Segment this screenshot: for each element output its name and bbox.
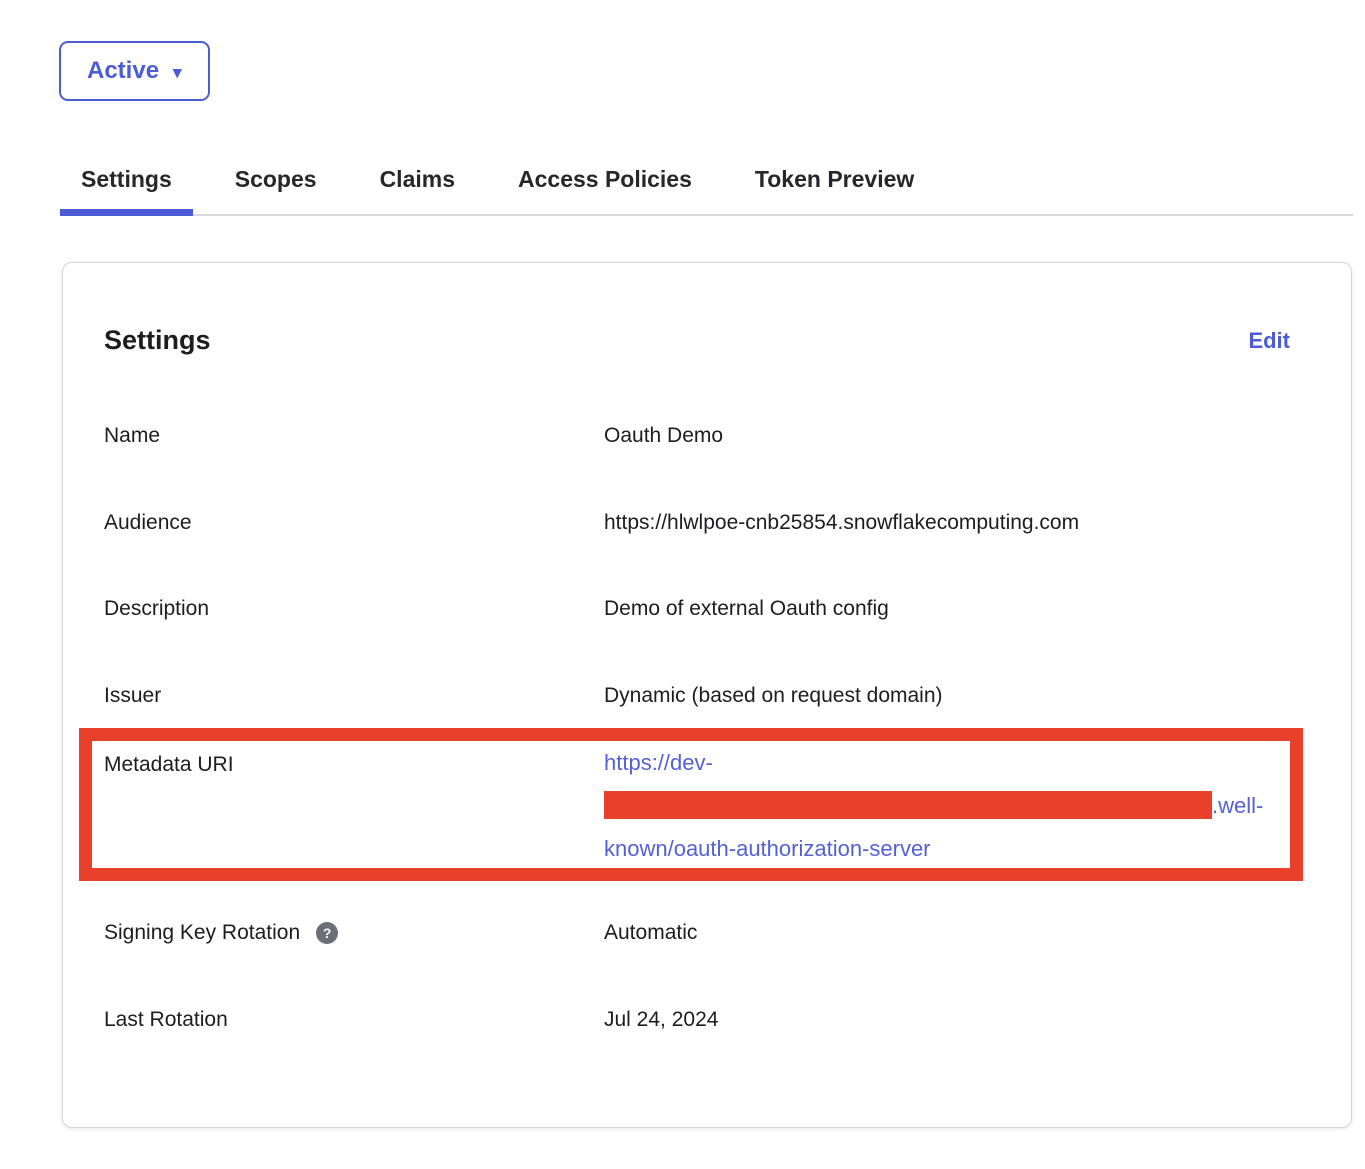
field-label-metadata-uri: Metadata URI [104,752,234,778]
field-value-last-rotation: Jul 24, 2024 [604,1007,718,1033]
tab-scopes-label: Scopes [235,166,317,192]
field-label-name: Name [104,423,160,449]
signing-key-rotation-label-text: Signing Key Rotation [104,920,300,946]
metadata-uri-line3: known/oauth-authorization-server [604,836,931,861]
tab-access-policies[interactable]: Access Policies [497,150,713,214]
status-dropdown-button[interactable]: Active ▾ [59,41,210,101]
help-question-icon[interactable]: ? [316,922,338,944]
caret-down-icon: ▾ [173,64,182,81]
tab-settings[interactable]: Settings [60,150,193,214]
field-label-signing-key-rotation: Signing Key Rotation ? [104,920,338,946]
tab-claims[interactable]: Claims [359,150,476,214]
redaction-bar [604,791,1212,819]
status-dropdown-label: Active [87,57,159,85]
settings-card: Settings Edit Name Oauth Demo Audience h… [62,262,1352,1128]
tab-bar: Settings Scopes Claims Access Policies T… [60,150,1353,216]
tab-settings-label: Settings [81,166,172,192]
metadata-uri-line2-suffix: .well- [1212,793,1263,818]
field-value-description: Demo of external Oauth config [604,596,889,622]
tab-token-preview[interactable]: Token Preview [734,150,935,214]
tab-claims-label: Claims [380,166,455,192]
field-value-signing-key-rotation: Automatic [604,920,697,946]
tab-token-preview-label: Token Preview [755,166,914,192]
field-value-name: Oauth Demo [604,423,723,449]
card-title: Settings [104,325,211,356]
field-label-last-rotation: Last Rotation [104,1007,228,1033]
metadata-uri-line1: https://dev- [604,750,713,775]
field-label-audience: Audience [104,510,192,536]
field-label-description: Description [104,596,209,622]
oauth-server-settings-page: Active ▾ Settings Scopes Claims Access P… [0,0,1365,1169]
field-value-issuer: Dynamic (based on request domain) [604,683,943,709]
field-label-issuer: Issuer [104,683,161,709]
metadata-uri-link[interactable]: https://dev- .well- known/oauth-authoriz… [604,741,1304,870]
field-value-audience: https://hlwlpoe-cnb25854.snowflakecomput… [604,510,1079,536]
tab-scopes[interactable]: Scopes [214,150,338,214]
edit-button[interactable]: Edit [1248,328,1290,354]
tab-access-policies-label: Access Policies [518,166,692,192]
